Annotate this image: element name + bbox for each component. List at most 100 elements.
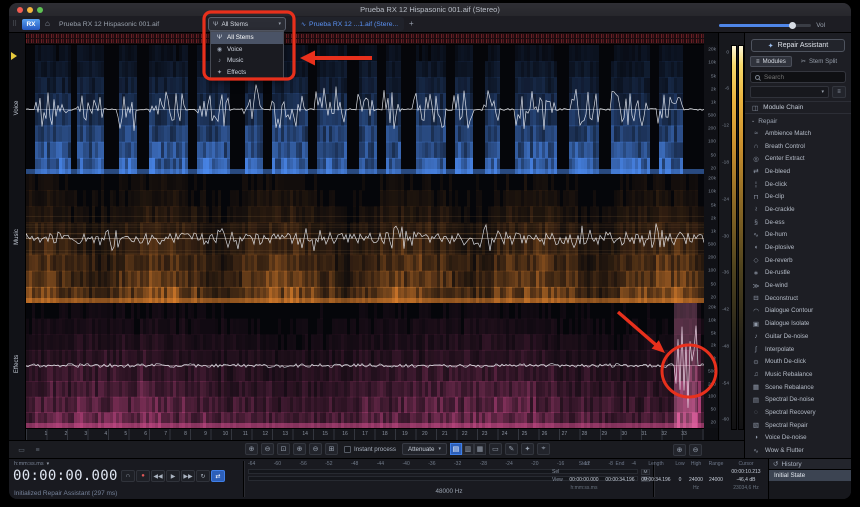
module-item-ambience-match[interactable]: ≈ Ambience Match <box>745 127 851 140</box>
selinfo-unit: Hz <box>692 485 700 491</box>
stems-menu-item-all-stems[interactable]: Ψ All Stems <box>211 32 283 44</box>
spectrogram-music[interactable] <box>26 174 704 303</box>
record-button[interactable]: ● <box>136 470 150 482</box>
module-item-de-hum[interactable]: ∿ De-hum <box>745 229 851 242</box>
module-item-de-rustle[interactable]: ∗ De-rustle <box>745 267 851 280</box>
module-item-de-ess[interactable]: § De-ess <box>745 216 851 229</box>
attenuate-dropdown[interactable]: Attenuate ▾ <box>401 443 447 455</box>
module-search-input[interactable] <box>764 73 834 81</box>
module-item-de-click[interactable]: ¦ De-click <box>745 178 851 191</box>
zoom-button-4[interactable]: ⊖ <box>309 443 322 455</box>
follow-playhead-button[interactable]: ⇄ <box>211 470 225 482</box>
module-item-dialogue-isolate[interactable]: ▣ Dialogue Isolate <box>745 317 851 330</box>
stems-menu-item-music[interactable]: ♪ Music <box>211 55 283 67</box>
tab-file-1[interactable]: Prueba RX 12 Hispasonic 001.aif <box>59 21 159 28</box>
ruler-label: 11 <box>242 431 248 437</box>
time-format-selector[interactable]: h:mm:ss.ms ▾ <box>14 461 49 467</box>
module-item-spectral-repair[interactable]: ▧ Spectral Repair <box>745 419 851 432</box>
preset-menu-button[interactable]: ≡ <box>832 86 846 98</box>
module-item-wow-flutter[interactable]: ∿ Wow & Flutter <box>745 444 851 457</box>
spectrogram-voice[interactable] <box>26 45 704 174</box>
zoom-button-3[interactable]: ⊕ <box>293 443 306 455</box>
module-item-de-crackle[interactable]: ≀ De-crackle <box>745 203 851 216</box>
zoom-right-0[interactable]: ⊕ <box>673 444 686 456</box>
history-panel: ↺ History Initial State <box>768 459 851 499</box>
module-item-dialogue-contour[interactable]: ◠ Dialogue Contour <box>745 305 851 318</box>
app-grid-icon[interactable]: ⠿ <box>12 20 17 28</box>
module-item-de-reverb[interactable]: ◇ De-reverb <box>745 254 851 267</box>
play-button[interactable]: ▶ <box>166 470 180 482</box>
module-item-de-plosive[interactable]: ◖ De-plosive <box>745 241 851 254</box>
ruler-label: 2 <box>64 431 68 437</box>
zoom-button-2[interactable]: ⊡ <box>277 443 290 455</box>
home-icon[interactable]: ⌂ <box>45 19 50 28</box>
tab-modules[interactable]: ≡ Modules <box>750 56 792 67</box>
skip-forward-button[interactable]: ▶▶ <box>181 470 195 482</box>
skip-back-button[interactable]: ◀◀ <box>151 470 165 482</box>
tool-button-0[interactable]: ▭ <box>488 443 502 455</box>
instant-process-checkbox[interactable] <box>344 445 351 453</box>
module-item-deconstruct[interactable]: ⊟ Deconstruct <box>745 292 851 305</box>
view-mode-0[interactable]: ▤ <box>449 443 462 455</box>
tab-stem-split[interactable]: ✂ Stem Split <box>795 56 843 67</box>
module-item-guitar-de-noise[interactable]: ♪ Guitar De-noise <box>745 330 851 343</box>
volume-slider-knob[interactable] <box>789 22 797 29</box>
zoom-button-0[interactable]: ⊕ <box>245 443 258 455</box>
module-item-music-rebalance[interactable]: ♫ Music Rebalance <box>745 368 851 381</box>
repair-assistant-button[interactable]: ✦ Repair Assistant <box>751 39 845 52</box>
module-item-scene-rebalance[interactable]: ▦ Scene Rebalance <box>745 381 851 394</box>
tool-button-3[interactable]: ⌖ <box>536 443 550 455</box>
stems-dropdown-button[interactable]: Ψ All Stems ▾ <box>208 17 286 31</box>
instant-process-label: Instant process <box>354 445 396 453</box>
attenuate-label: Attenuate <box>407 445 435 453</box>
zoom-right-1[interactable]: ⊖ <box>689 444 702 456</box>
repair-section-header[interactable]: ⌄ Repair <box>745 116 851 126</box>
module-item-center-extract[interactable]: ◎ Center Extract <box>745 152 851 165</box>
scissors-icon: ✂ <box>800 59 806 65</box>
timeline-ruler[interactable]: 1 2 3 4 5 6 7 8 9 10 11 12 13 14 15 16 17 18 19 20 21 22 23 24 2… <box>26 428 704 440</box>
waveform-overview[interactable] <box>26 33 704 45</box>
tab-file-2-active[interactable]: ∿ Prueba RX 12 ...1.aif (Stere... <box>295 17 405 31</box>
history-item[interactable]: Initial State <box>769 470 851 481</box>
meter-scale-label: -54 <box>722 381 729 387</box>
module-item-de-wind[interactable]: ≫ De-wind <box>745 279 851 292</box>
track-label-voice[interactable]: Voice <box>14 90 20 126</box>
spectrogram-effects[interactable] <box>26 303 704 428</box>
corner-tool-0[interactable]: ▭ <box>15 444 28 456</box>
stems-menu-item-effects[interactable]: ✦ Effects <box>211 67 283 79</box>
monitor-button[interactable]: ∩ <box>121 470 135 482</box>
frequency-scale: 20k 10k 5k 2k 1k 500 200 100 50 20 20k 10k 5k 2k 1k 50… <box>704 45 718 428</box>
module-item-label: De-plosive <box>765 244 795 252</box>
tool-button-1[interactable]: ✎ <box>504 443 518 455</box>
add-tab-button[interactable]: + <box>409 19 414 28</box>
stems-menu-item-voice[interactable]: ◉ Voice <box>211 44 283 56</box>
corner-tool-1[interactable]: ≡ <box>31 444 44 456</box>
module-item-label: Interpolate <box>765 345 795 353</box>
volume-slider[interactable] <box>719 22 812 29</box>
module-chain-item[interactable]: ◫ Module Chain <box>745 101 851 114</box>
playhead-marker[interactable] <box>11 52 17 60</box>
module-item-spectral-recovery[interactable]: ◌ Spectral Recovery <box>745 406 851 419</box>
track-label-music[interactable]: Music <box>14 219 20 255</box>
module-item-voice-de-noise[interactable]: ◑ Voice De-noise <box>745 432 851 445</box>
zoom-button-1[interactable]: ⊖ <box>261 443 274 455</box>
module-search[interactable] <box>750 71 846 83</box>
module-item-label: Dialogue Contour <box>765 307 814 315</box>
zoom-button-5[interactable]: ⊞ <box>325 443 338 455</box>
module-item-interpolate[interactable]: ∫ Interpolate <box>745 343 851 356</box>
module-item-mouth-de-click[interactable]: ⊙ Mouth De-click <box>745 355 851 368</box>
loop-button[interactable]: ↻ <box>196 470 210 482</box>
module-item-breath-control[interactable]: ∩ Breath Control <box>745 140 851 153</box>
module-item-de-clip[interactable]: ⊓ De-clip <box>745 190 851 203</box>
selinfo-unit: 23034,6 Hz <box>733 485 759 491</box>
module-item-de-bleed[interactable]: ⇄ De-bleed <box>745 165 851 178</box>
view-mode-1[interactable]: ▥ <box>461 443 474 455</box>
track-label-effects[interactable]: Effects <box>14 346 20 382</box>
chevron-down-icon: ▾ <box>46 461 50 467</box>
view-mode-2[interactable]: ▦ <box>473 443 486 455</box>
preset-dropdown[interactable]: ▾ <box>750 86 829 98</box>
module-item-spectral-de-noise[interactable]: ▤ Spectral De-noise <box>745 393 851 406</box>
frequency-label: 1k <box>710 356 716 362</box>
module-item-label: De-bleed <box>765 167 791 175</box>
tool-button-2[interactable]: ✦ <box>520 443 534 455</box>
